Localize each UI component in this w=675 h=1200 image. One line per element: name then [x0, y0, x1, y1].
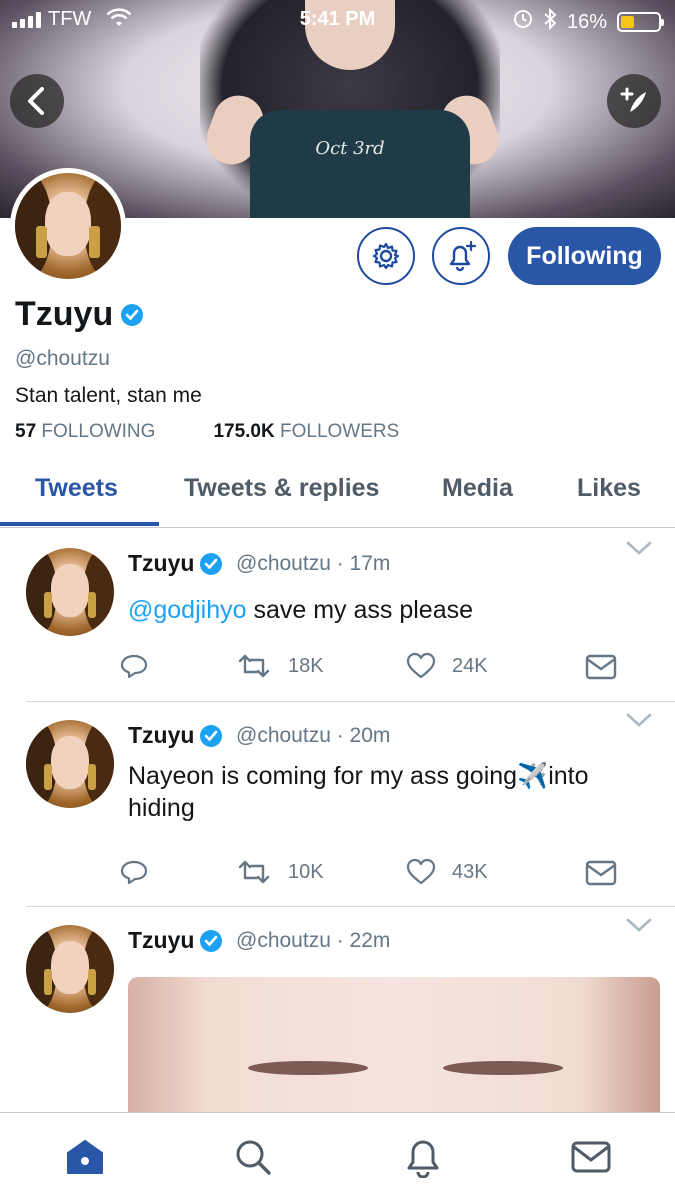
like-button[interactable]: 24K: [406, 652, 488, 680]
followers-label: FOLLOWERS: [280, 421, 400, 442]
battery-percent: 16%: [566, 10, 607, 33]
following-label: FOLLOWING: [41, 421, 156, 442]
banner-outfit: [250, 110, 470, 218]
reply-icon: [120, 654, 148, 679]
nav-notifications[interactable]: [401, 1135, 445, 1179]
tweet-avatar[interactable]: [26, 720, 114, 808]
tweet-meta: @choutzu · 22m: [236, 929, 391, 952]
chevron-left-icon: [28, 87, 44, 115]
verified-badge-icon: [200, 552, 223, 575]
gear-icon: [372, 242, 400, 270]
reply-button[interactable]: [120, 652, 148, 680]
search-icon: [236, 1140, 271, 1175]
reply-icon: [120, 860, 148, 885]
home-icon: [67, 1140, 103, 1174]
tweet-author-row: Tzuyu: [128, 927, 223, 954]
tweet-divider: [26, 906, 675, 907]
envelope-icon: [585, 860, 617, 886]
retweet-icon: [238, 860, 270, 884]
notifications-toggle-button[interactable]: [432, 227, 490, 285]
profile-avatar[interactable]: [10, 168, 126, 284]
followers-stat[interactable]: 175.0K FOLLOWERS: [213, 421, 399, 443]
nav-search[interactable]: [231, 1135, 275, 1179]
following-count: 57: [15, 421, 37, 442]
profile-handle: @choutzu: [15, 347, 110, 370]
bottom-navigation: [0, 1112, 675, 1200]
settings-button[interactable]: [357, 227, 415, 285]
retweet-count: 18K: [288, 654, 324, 677]
following-button[interactable]: Following: [508, 227, 661, 285]
like-count: 43K: [452, 860, 488, 883]
verified-badge-icon: [200, 724, 223, 747]
tab-media[interactable]: Media: [442, 474, 513, 503]
retweet-icon: [238, 654, 270, 678]
alarm-icon: [513, 9, 533, 35]
profile-bio: Stan talent, stan me: [15, 384, 202, 407]
nav-home[interactable]: [63, 1135, 107, 1179]
tweet-body: save my ass please: [246, 596, 474, 624]
tweet-divider: [26, 701, 675, 702]
feather-plus-icon: [620, 87, 646, 112]
tweet-text: @godjihyo save my ass please: [128, 594, 658, 626]
heart-icon: [406, 652, 436, 679]
chevron-down-icon[interactable]: [626, 712, 652, 733]
profile-tabs: Tweets Tweets & replies Media Likes: [0, 460, 675, 528]
direct-message-button[interactable]: [585, 654, 617, 680]
direct-message-button[interactable]: [585, 860, 617, 886]
retweet-button[interactable]: 18K: [236, 652, 324, 680]
tweet-author-row: Tzuyu: [128, 722, 223, 749]
active-tab-indicator: [0, 522, 159, 526]
battery-icon: [617, 12, 664, 32]
reply-button[interactable]: [120, 858, 148, 886]
envelope-icon: [571, 1141, 611, 1173]
tweet-author-name: Tzuyu: [128, 550, 195, 576]
bell-icon: [407, 1140, 439, 1178]
tweet-avatar[interactable]: [26, 548, 114, 636]
like-button[interactable]: 43K: [406, 858, 488, 886]
profile-name: Tzuyu: [15, 295, 114, 333]
profile-name-row: Tzuyu: [15, 295, 144, 334]
bluetooth-icon: [543, 7, 557, 36]
tab-tweets-and-replies[interactable]: Tweets & replies: [184, 474, 379, 503]
retweet-count: 10K: [288, 860, 324, 883]
like-count: 24K: [452, 654, 488, 677]
tab-tweets[interactable]: Tweets: [35, 474, 118, 503]
chevron-down-icon[interactable]: [626, 917, 652, 938]
tweet-author-name: Tzuyu: [128, 927, 195, 953]
tweet-media-image[interactable]: [128, 977, 660, 1117]
tweet-text: Nayeon is coming for my ass going✈️into …: [128, 762, 589, 822]
tab-likes[interactable]: Likes: [577, 474, 641, 503]
status-bar: TFW 5:41 PM 16%: [0, 0, 675, 40]
verified-badge-icon: [121, 303, 144, 326]
bell-plus-icon: [449, 240, 477, 272]
chevron-down-icon[interactable]: [626, 540, 652, 561]
tweet-author-name: Tzuyu: [128, 722, 195, 748]
mention-link[interactable]: @godjihyo: [128, 596, 247, 624]
nav-messages[interactable]: [569, 1135, 613, 1179]
envelope-icon: [585, 654, 617, 680]
compose-tweet-button[interactable]: [607, 74, 661, 128]
heart-icon: [406, 858, 436, 885]
followers-count: 175.0K: [213, 421, 275, 442]
tweet-avatar[interactable]: [26, 925, 114, 1013]
tweet-meta: @choutzu · 20m: [236, 724, 391, 747]
verified-badge-icon: [200, 929, 223, 952]
retweet-button[interactable]: 10K: [236, 858, 324, 886]
back-button[interactable]: [10, 74, 64, 128]
profile-stats: 57 FOLLOWING 175.0K FOLLOWERS: [15, 421, 399, 443]
tweet-meta: @choutzu · 17m: [236, 552, 391, 575]
tweet-author-row: Tzuyu: [128, 550, 223, 577]
following-stat[interactable]: 57 FOLLOWING: [15, 421, 155, 443]
banner-shirt-text: Oct 3rd: [315, 138, 385, 159]
